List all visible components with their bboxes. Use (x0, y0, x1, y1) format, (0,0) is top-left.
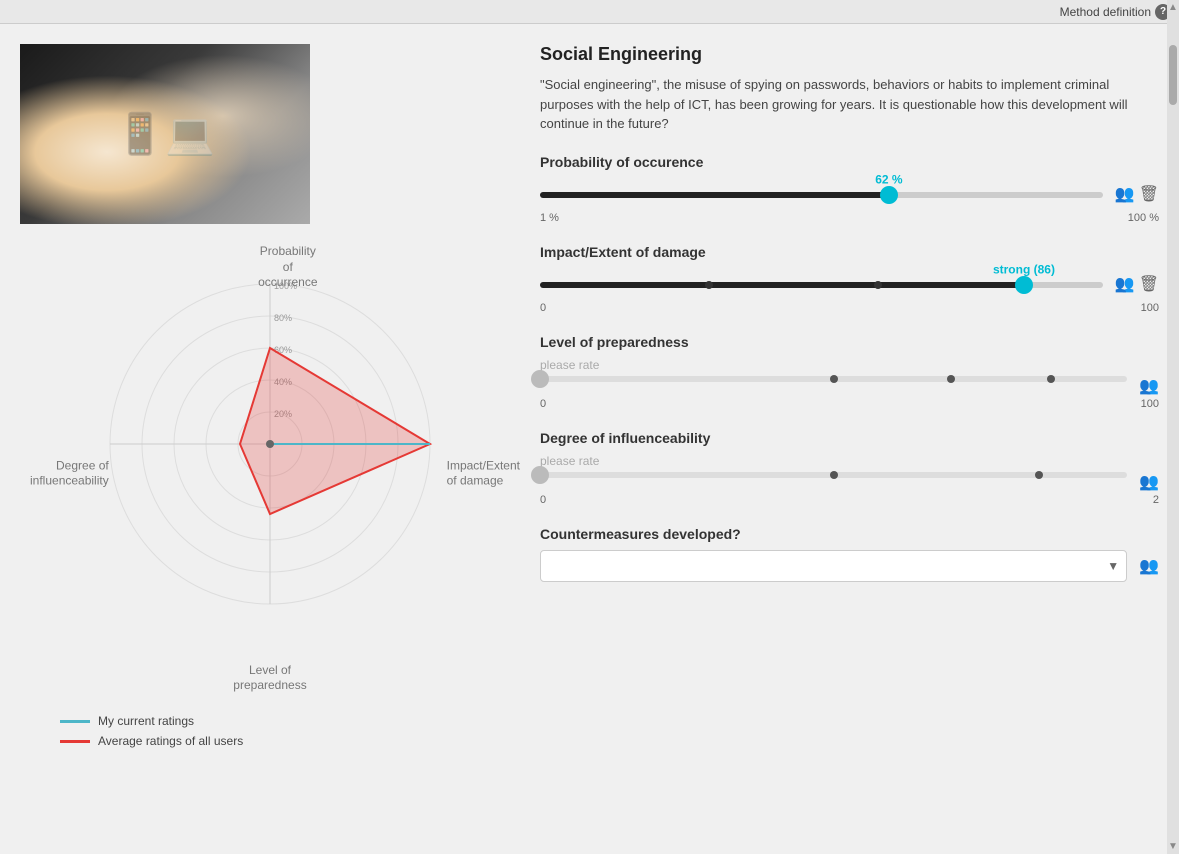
legend-area: My current ratings Average ratings of al… (20, 714, 520, 748)
influenceability-thumb[interactable] (531, 466, 549, 484)
preparedness-slider[interactable] (540, 376, 1127, 382)
probability-min: 1 % (540, 212, 559, 224)
probability-range: 1 % 100 % (540, 212, 1159, 224)
radar-chart-container: 100% 80% 60% 40% 20% Probability of occu… (30, 224, 510, 704)
impact-fill (540, 282, 1024, 288)
scroll-down-arrow[interactable]: ▼ (1167, 839, 1179, 854)
page-title: Social Engineering (540, 44, 1159, 65)
method-definition-label: Method definition (1060, 5, 1151, 19)
radar-label-top: Probability of occurrence (258, 244, 317, 291)
influenceability-group-icon[interactable]: 👥 (1139, 472, 1159, 492)
main-content: 100% 80% 60% 40% 20% Probability of occu… (0, 24, 1179, 768)
preparedness-max: 100 (1141, 398, 1159, 410)
probability-fill (540, 192, 889, 198)
probability-thumb[interactable] (880, 186, 898, 204)
impact-section: Impact/Extent of damage strong (86) (540, 244, 1159, 314)
legend-average-label: Average ratings of all users (98, 734, 243, 748)
impact-range: 0 100 (540, 302, 1159, 314)
influenceability-range: 0 2 (540, 494, 1159, 506)
legend-average: Average ratings of all users (60, 734, 520, 748)
probability-section: Probability of occurence 62 % 👥 🗑 (540, 154, 1159, 224)
prep-dot-3 (1047, 375, 1055, 383)
probability-value: 62 % (875, 172, 902, 186)
probability-max: 100 % (1128, 212, 1159, 224)
prep-dot-1 (830, 375, 838, 383)
svg-text:80%: 80% (274, 313, 292, 323)
countermeasures-select[interactable] (540, 550, 1127, 582)
countermeasures-label: Countermeasures developed? (540, 526, 1159, 542)
influenceability-label: Degree of influenceability (540, 430, 1159, 446)
impact-actions: 👥 🗑 (1115, 274, 1159, 294)
impact-dot-2 (874, 281, 882, 289)
probability-label: Probability of occurence (540, 154, 1159, 170)
radar-label-bottom: Level of preparedness (233, 663, 306, 694)
radar-label-left: Degree of influenceability (30, 458, 109, 489)
method-definition-text: Method definition ? (1060, 4, 1171, 20)
influenceability-max: 2 (1153, 494, 1159, 506)
preparedness-actions: 👥 (1139, 376, 1159, 396)
impact-dot-1 (705, 281, 713, 289)
radar-chart-svg: 100% 80% 60% 40% 20% (70, 244, 470, 644)
impact-max: 100 (1141, 302, 1159, 314)
scroll-thumb[interactable] (1169, 45, 1177, 105)
top-bar: Method definition ? (0, 0, 1179, 24)
radar-label-right: Impact/Extent of damage (447, 458, 520, 489)
preparedness-range: 0 100 (540, 398, 1159, 410)
legend-current: My current ratings (60, 714, 520, 728)
impact-value: strong (86) (993, 262, 1055, 276)
legend-average-line (60, 740, 90, 743)
countermeasures-section: Countermeasures developed? ▼ 👥 (540, 526, 1159, 582)
influenceability-section: Degree of influenceability please rate 👥 (540, 430, 1159, 506)
influenceability-slider[interactable] (540, 472, 1127, 478)
probability-actions: 👥 🗑 (1115, 184, 1159, 204)
impact-label: Impact/Extent of damage (540, 244, 1159, 260)
impact-thumb[interactable] (1015, 276, 1033, 294)
influenceability-please-rate: please rate (540, 454, 1159, 468)
vertical-scrollbar[interactable]: ▲ ▼ (1167, 0, 1179, 854)
probability-group-icon[interactable]: 👥 (1115, 184, 1135, 204)
impact-slider[interactable] (540, 282, 1103, 288)
left-panel: 100% 80% 60% 40% 20% Probability of occu… (20, 44, 520, 748)
right-panel: Social Engineering "Social engineering",… (540, 44, 1159, 748)
preparedness-thumb[interactable] (531, 370, 549, 388)
impact-delete-icon[interactable]: 🗑 (1139, 274, 1159, 294)
countermeasures-actions: 👥 (1139, 556, 1159, 576)
legend-current-label: My current ratings (98, 714, 194, 728)
countermeasures-dropdown-wrapper: ▼ (540, 550, 1127, 582)
preparedness-label: Level of preparedness (540, 334, 1159, 350)
influenceability-actions: 👥 (1139, 472, 1159, 492)
countermeasures-group-icon[interactable]: 👥 (1139, 556, 1159, 576)
preparedness-group-icon[interactable]: 👥 (1139, 376, 1159, 396)
hero-image (20, 44, 310, 224)
page-description: "Social engineering", the misuse of spyi… (540, 75, 1159, 134)
impact-group-icon[interactable]: 👥 (1115, 274, 1135, 294)
preparedness-section: Level of preparedness please rate (540, 334, 1159, 410)
influenceability-min: 0 (540, 494, 546, 506)
preparedness-min: 0 (540, 398, 546, 410)
legend-current-line (60, 720, 90, 723)
scroll-up-arrow[interactable]: ▲ (1167, 0, 1179, 15)
inf-dot-1 (830, 471, 838, 479)
impact-min: 0 (540, 302, 546, 314)
page-wrapper: Method definition ? (0, 0, 1179, 854)
prep-dot-2 (947, 375, 955, 383)
probability-delete-icon[interactable]: 🗑 (1139, 184, 1159, 204)
inf-dot-2 (1035, 471, 1043, 479)
probability-slider[interactable] (540, 192, 1103, 198)
preparedness-please-rate: please rate (540, 358, 1159, 372)
